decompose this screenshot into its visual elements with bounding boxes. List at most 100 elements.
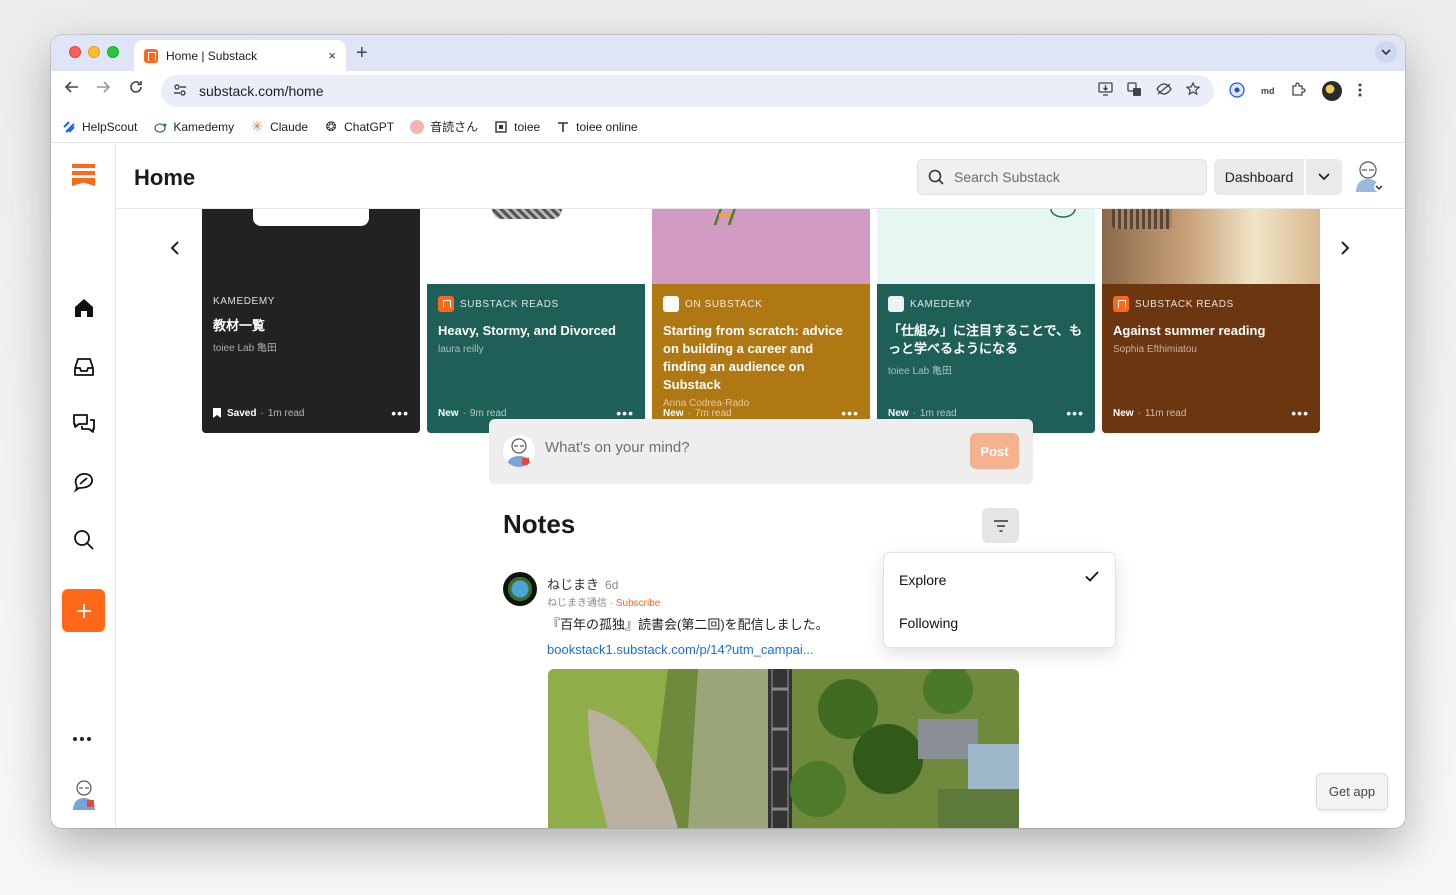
chat-icon[interactable]: [71, 411, 97, 437]
tab-title: Home | Substack: [166, 48, 258, 63]
eye-off-icon[interactable]: [1156, 82, 1172, 100]
note-image[interactable]: [548, 669, 1019, 828]
search-nav-icon[interactable]: [71, 527, 97, 553]
checkmark-icon: [1085, 569, 1099, 586]
more-icon[interactable]: [72, 726, 92, 747]
subscribe-link[interactable]: Subscribe: [616, 598, 660, 609]
bookmarks-bar: HelpScout Kamedemy ✳ Claude ❂ ChatGPT 音読…: [51, 111, 1405, 143]
bookmark-kamedemy[interactable]: Kamedemy: [153, 120, 234, 134]
card-title: 「仕組み」に注目することで、もっと学べるようになる: [888, 323, 1083, 356]
inbox-icon[interactable]: [71, 354, 97, 380]
post-button[interactable]: Post: [970, 433, 1019, 469]
card-title: Against summer reading: [1113, 323, 1266, 338]
get-app-button[interactable]: Get app: [1316, 773, 1388, 810]
toiee-icon: [494, 120, 508, 134]
post-card[interactable]: SUBSTACK READS Heavy, Stormy, and Divorc…: [427, 191, 645, 433]
back-arrow-icon[interactable]: [64, 79, 79, 99]
card-publication: SUBSTACK READS: [1135, 298, 1234, 310]
carousel-prev-icon[interactable]: [170, 239, 180, 262]
ondoku-icon: [410, 119, 425, 134]
minimize-window-button[interactable]: [88, 46, 100, 58]
profile-avatar[interactable]: [1321, 81, 1342, 101]
note-author[interactable]: ねじまき: [547, 577, 599, 592]
on-substack-icon: [663, 296, 679, 312]
substack-page: Home Dashboard: [51, 144, 1405, 828]
user-avatar[interactable]: [70, 778, 98, 810]
extension-icon[interactable]: [1229, 81, 1245, 101]
notes-activity-icon[interactable]: [71, 469, 97, 495]
note-publication[interactable]: ねじまき通信: [547, 598, 607, 609]
notes-filter-menu: Explore Following: [883, 552, 1116, 648]
tab-strip: Home | Substack × +: [51, 35, 1405, 71]
address-bar[interactable]: substack.com/home: [161, 75, 1214, 107]
substack-reads-icon: [1113, 296, 1129, 312]
maximize-window-button[interactable]: [107, 46, 119, 58]
card-publication: ON SUBSTACK: [685, 298, 763, 310]
card-status: Saved: [227, 407, 257, 419]
tab-search-button[interactable]: [1375, 41, 1397, 63]
account-menu-avatar[interactable]: [1354, 158, 1384, 194]
search-box[interactable]: [917, 159, 1207, 195]
post-card[interactable]: KAMEDEMY 教材一覧 toiee Lab 亀田 Saved · 1m re…: [202, 191, 420, 433]
post-card[interactable]: KAMEDEMY 「仕組み」に注目することで、もっと学べるようになる toiee…: [877, 191, 1095, 433]
note-link[interactable]: bookstack1.substack.com/p/14?utm_campai.…: [547, 642, 814, 657]
toiee-online-icon: [556, 120, 570, 134]
left-sidebar: [51, 144, 116, 828]
search-input[interactable]: [954, 169, 1184, 185]
reload-icon[interactable]: [129, 79, 143, 99]
card-title: 教材一覧: [213, 318, 266, 333]
kamedemy-icon: [153, 120, 167, 134]
bookmark-chatgpt[interactable]: ❂ ChatGPT: [324, 118, 394, 134]
plus-icon: [76, 603, 91, 618]
install-app-icon[interactable]: [1098, 82, 1113, 100]
bookmark-claude[interactable]: ✳ Claude: [250, 118, 308, 134]
card-status: New: [663, 407, 684, 419]
composer-input[interactable]: [545, 439, 925, 456]
card-read-time: 1m read: [919, 407, 957, 419]
saved-bookmark-icon: [213, 408, 221, 418]
substack-logo-icon[interactable]: [72, 164, 95, 188]
bookmark-helpscout[interactable]: HelpScout: [62, 120, 137, 134]
note-composer: Post: [489, 419, 1033, 484]
forward-arrow-icon[interactable]: [96, 79, 111, 99]
note-author-avatar[interactable]: [503, 572, 537, 606]
card-author: laura reilly: [438, 344, 484, 355]
dashboard-menu-button[interactable]: [1306, 159, 1342, 195]
home-icon[interactable]: [71, 295, 97, 321]
page-title: Home: [134, 165, 196, 190]
new-tab-button[interactable]: +: [356, 42, 368, 65]
chatgpt-icon: ❂: [325, 118, 337, 134]
bookmark-toiee-online[interactable]: toiee online: [556, 120, 638, 134]
notes-heading: Notes: [503, 509, 576, 539]
markdown-extension-icon[interactable]: md: [1261, 86, 1275, 96]
create-button[interactable]: [62, 589, 105, 632]
dashboard-button[interactable]: Dashboard: [1214, 159, 1304, 195]
active-tab[interactable]: Home | Substack ×: [134, 40, 346, 71]
filter-option-explore[interactable]: Explore: [899, 572, 946, 588]
site-settings-icon[interactable]: [173, 83, 187, 99]
post-card[interactable]: ON SUBSTACK Starting from scratch: advic…: [652, 191, 870, 433]
card-more-icon[interactable]: •••: [1291, 405, 1309, 421]
notes-filter-button[interactable]: [982, 508, 1019, 543]
card-more-icon[interactable]: •••: [391, 405, 409, 421]
bookmark-toiee[interactable]: toiee: [494, 120, 540, 134]
carousel-next-icon[interactable]: [1340, 239, 1350, 262]
url-text: substack.com/home: [199, 83, 324, 99]
translate-icon[interactable]: [1127, 82, 1142, 100]
close-window-button[interactable]: [69, 46, 81, 58]
helpscout-icon: [62, 120, 76, 134]
card-status: New: [888, 407, 909, 419]
bookmark-star-icon[interactable]: [1185, 81, 1201, 100]
card-more-icon[interactable]: •••: [1066, 405, 1084, 421]
card-author: Sophia Efthimiatou: [1113, 344, 1197, 355]
bookmark-ondoku[interactable]: 音読さん: [410, 118, 478, 135]
browser-window: Home | Substack × + substack.com/home md…: [51, 35, 1405, 828]
puzzle-extensions-icon[interactable]: [1291, 82, 1306, 100]
card-status: New: [1113, 407, 1134, 419]
tab-close-icon[interactable]: ×: [328, 48, 336, 63]
card-publication: SUBSTACK READS: [460, 298, 559, 310]
filter-option-following[interactable]: Following: [899, 615, 958, 631]
post-card[interactable]: SUBSTACK READS Against summer reading So…: [1102, 191, 1320, 433]
browser-menu-icon[interactable]: [1358, 83, 1362, 100]
substack-favicon-icon: [144, 48, 158, 63]
